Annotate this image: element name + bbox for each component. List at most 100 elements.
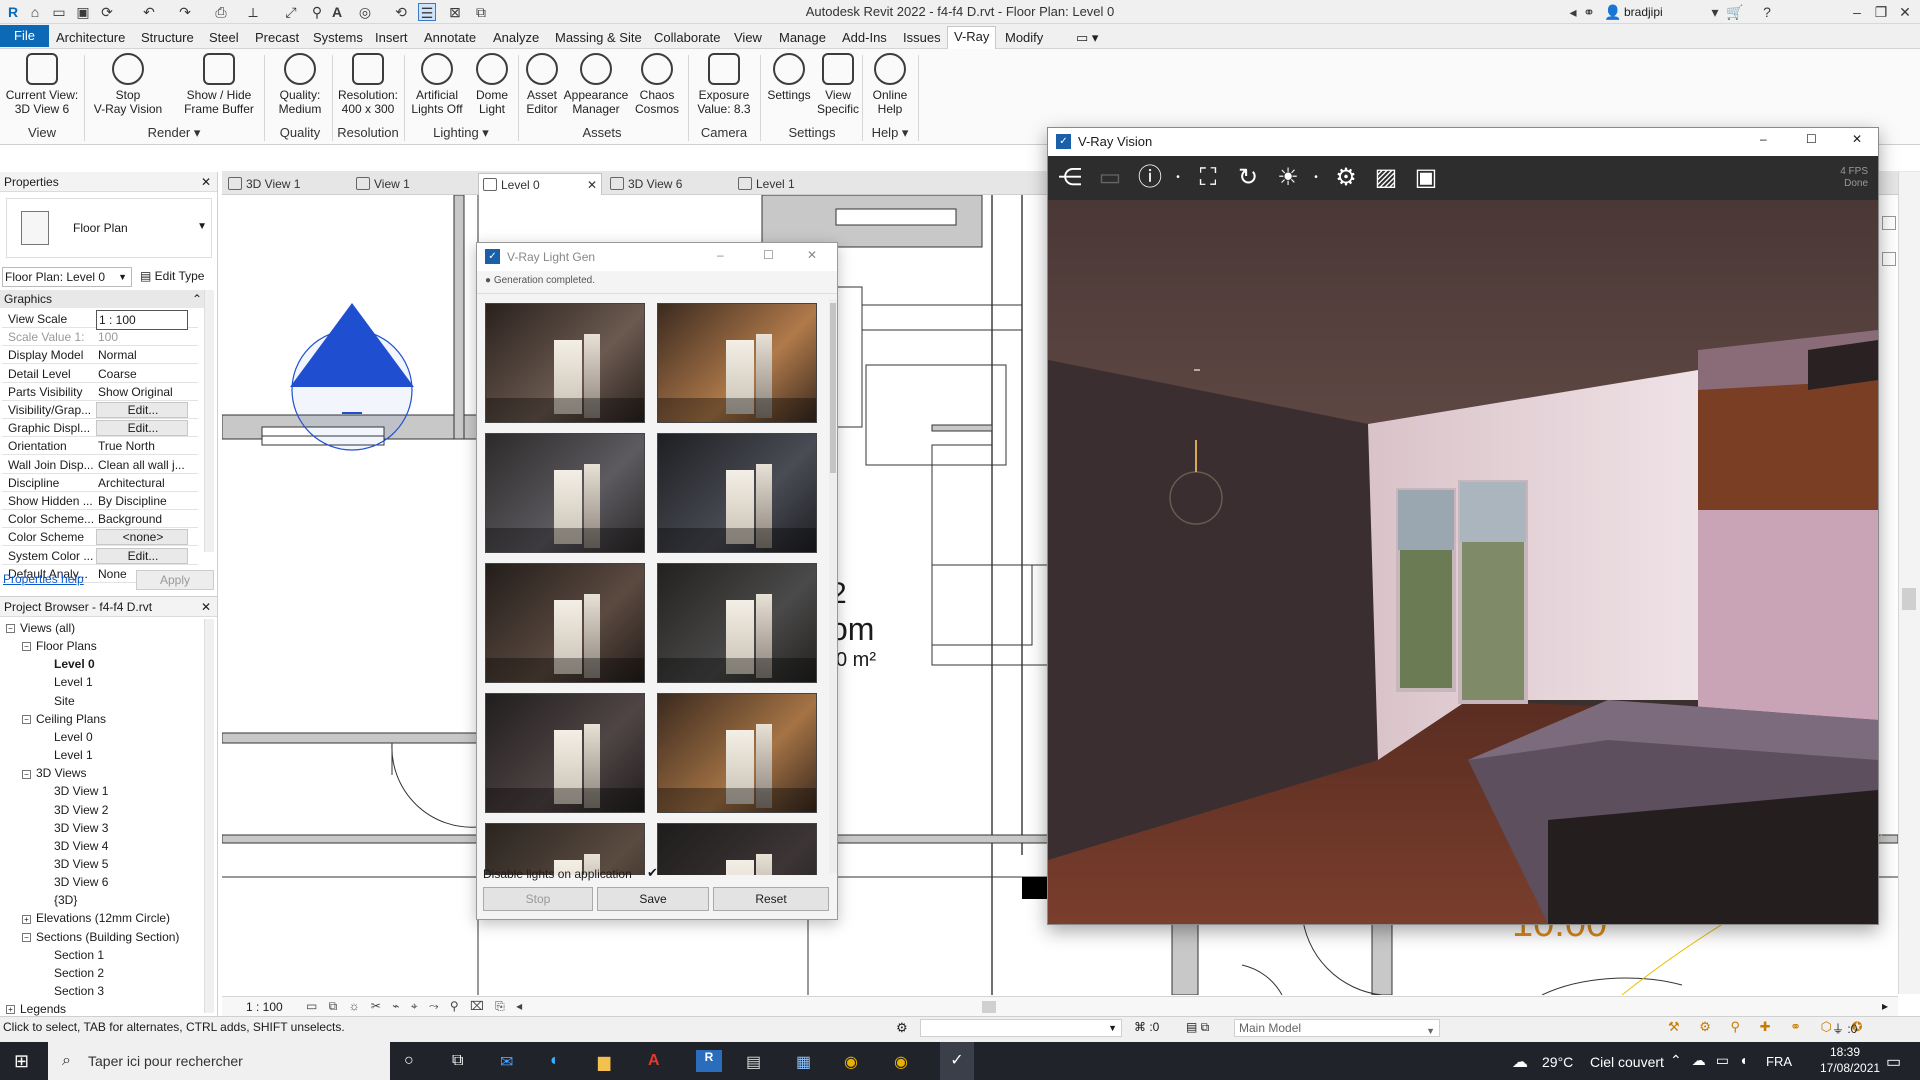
steering-wheel-icon[interactable]	[1882, 216, 1896, 230]
view-control-icons[interactable]: ▭ ⧉ ☼ ✂ ⌁ ⌖ ⤳ ⚲ ⌧ ⎘ ◂	[306, 999, 526, 1014]
vertical-scrollbar[interactable]	[1898, 172, 1920, 994]
horizontal-scroll-thumb[interactable]	[982, 1001, 996, 1013]
tab-add-ins[interactable]: Add-Ins	[836, 28, 893, 47]
revit-taskbar-icon[interactable]: R	[696, 1050, 722, 1072]
collapse-icon[interactable]: −	[22, 769, 31, 779]
browser-item[interactable]: Level 0	[38, 728, 93, 746]
property-edit-button[interactable]: Edit...	[96, 402, 188, 418]
browser-item[interactable]: {3D}	[38, 891, 77, 909]
file-explorer-icon[interactable]: ▆	[598, 1052, 610, 1072]
vray-taskbar-icon[interactable]: ✓	[940, 1042, 974, 1080]
grid-scrollbar[interactable]	[829, 299, 837, 873]
chaos-cosmos-button[interactable]: Chaos Cosmos	[634, 53, 680, 116]
property-row[interactable]: Orientation True North	[2, 437, 198, 456]
property-edit-button[interactable]: Edit...	[96, 420, 188, 437]
light-variant-thumbnail[interactable]	[485, 563, 645, 683]
browser-item[interactable]: 3D View 1	[38, 782, 108, 800]
notification-icon[interactable]: ▭	[1886, 1052, 1901, 1072]
property-row[interactable]: Color Scheme... Background	[2, 510, 198, 529]
edit-type-button[interactable]: ▤ Edit Type	[140, 267, 204, 287]
chrome-profile-icon[interactable]: ◉	[894, 1052, 908, 1072]
windows-start-icon[interactable]: ⊞	[14, 1051, 34, 1071]
scroll-right-icon[interactable]: ▸	[1882, 999, 1888, 1013]
browser-item[interactable]: 3D View 5	[38, 855, 108, 873]
tab-view-1[interactable]: View 1	[352, 173, 478, 195]
property-value[interactable]: 100	[96, 328, 188, 346]
tab-view[interactable]: View	[728, 28, 768, 47]
light-variant-thumbnail[interactable]	[657, 433, 817, 553]
close-icon[interactable]: ✕	[1896, 3, 1914, 21]
cart-icon[interactable]: 🛒	[1726, 3, 1744, 21]
model-dropdown[interactable]: Main Model ▼	[1234, 1019, 1440, 1037]
property-value[interactable]: Clean all wall j...	[96, 456, 188, 474]
minimize-icon[interactable]: –	[717, 248, 724, 262]
tab-systems[interactable]: Systems	[307, 28, 369, 47]
reset-button[interactable]: Reset	[713, 887, 829, 911]
light-variant-thumbnail[interactable]	[485, 433, 645, 553]
save-icon[interactable]: ▣	[1410, 162, 1442, 194]
property-row[interactable]: Scale Value 1: 100	[2, 328, 198, 347]
task-view-icon[interactable]: ⧉	[452, 1052, 463, 1070]
vision-titlebar[interactable]: ✓ V-Ray Vision – ☐ ✕	[1048, 128, 1878, 156]
current-view-button[interactable]: Current View: 3D View 6	[4, 53, 80, 116]
dome-light-button[interactable]: Dome Light	[470, 53, 514, 116]
image-icon[interactable]: ▨	[1370, 162, 1402, 194]
property-value[interactable]: Coarse	[96, 365, 188, 383]
expand-icon[interactable]: +	[22, 914, 31, 924]
tab-architecture[interactable]: Architecture	[50, 28, 131, 47]
asset-editor-button[interactable]: Asset Editor	[522, 53, 562, 116]
collapse-icon[interactable]: −	[22, 715, 31, 725]
browser-item[interactable]: Section 3	[38, 982, 104, 1000]
collapse-icon[interactable]: −	[22, 642, 31, 652]
zoom-icon[interactable]	[1882, 252, 1896, 266]
save-button[interactable]: Save	[597, 887, 709, 911]
browser-item[interactable]: −3D Views	[22, 764, 86, 782]
tab-issues[interactable]: Issues	[897, 28, 947, 47]
property-value[interactable]: Normal	[96, 346, 188, 364]
tab-steel[interactable]: Steel	[203, 28, 245, 47]
scroll-thumb[interactable]	[1902, 588, 1916, 610]
filter-count[interactable]: ⏚ :0	[1832, 1020, 1857, 1037]
property-value[interactable]: By Discipline	[96, 492, 188, 510]
property-row[interactable]: Color Scheme <none>	[2, 528, 198, 547]
graphics-section[interactable]: Graphics ⌃	[0, 290, 206, 308]
user-name[interactable]: bradjipi	[1624, 5, 1663, 19]
user-icon[interactable]: 👤	[1604, 3, 1622, 21]
browser-item[interactable]: − Ceiling Plans	[22, 710, 106, 728]
browser-item[interactable]: 3D View 6	[38, 873, 108, 891]
help-icon[interactable]: ?	[1758, 3, 1776, 21]
property-edit-button[interactable]: Edit...	[96, 547, 188, 564]
exposure-button[interactable]: Exposure Value: 8.3	[696, 53, 752, 116]
close-icon[interactable]: ✕	[1852, 132, 1862, 146]
weather-temp[interactable]: 29°C	[1542, 1054, 1573, 1070]
browser-item[interactable]: 3D View 3	[38, 819, 108, 837]
light-variant-thumbnail[interactable]	[485, 693, 645, 813]
browser-item[interactable]: + Elevations (12mm Circle)	[22, 909, 170, 927]
panel-lighting[interactable]: Lighting ▾	[406, 125, 516, 141]
browser-item[interactable]: − Floor Plans	[22, 637, 97, 655]
acrobat-icon[interactable]: A	[648, 1052, 660, 1070]
restore-icon[interactable]: ❐	[1872, 3, 1890, 21]
folder-icon[interactable]: ▭	[1094, 162, 1126, 194]
browser-item[interactable]: Section 2	[38, 964, 104, 982]
tab-3d-view-6[interactable]: 3D View 6	[606, 173, 728, 195]
tab-structure[interactable]: Structure	[135, 28, 200, 47]
view-scale[interactable]: 1 : 100	[246, 1000, 283, 1014]
close-icon[interactable]: ✕	[807, 248, 817, 262]
tab-level-1[interactable]: Level 1	[734, 173, 854, 195]
property-row[interactable]: Detail Level Coarse	[2, 365, 198, 383]
view-instance-selector[interactable]: Floor Plan: Level 0 ▼	[2, 267, 132, 287]
appearance-manager-button[interactable]: Appearance Manager	[562, 53, 630, 116]
vision-render-viewport[interactable]	[1048, 200, 1878, 924]
close-icon[interactable]: ✕	[201, 597, 211, 617]
property-value[interactable]: Background	[96, 510, 188, 528]
property-row[interactable]: Discipline Architectural	[2, 474, 198, 492]
property-value[interactable]: Show Original	[96, 383, 188, 401]
online-help-button[interactable]: Online Help	[868, 53, 912, 116]
expand-icon[interactable]: +	[6, 1005, 15, 1015]
apply-button[interactable]: Apply	[136, 570, 214, 590]
tab-vray[interactable]: V-Ray	[947, 26, 997, 49]
fullscreen-icon[interactable]: ⛶	[1192, 162, 1224, 194]
tab-precast[interactable]: Precast	[249, 28, 305, 47]
app-icon[interactable]: ▦	[796, 1052, 811, 1072]
